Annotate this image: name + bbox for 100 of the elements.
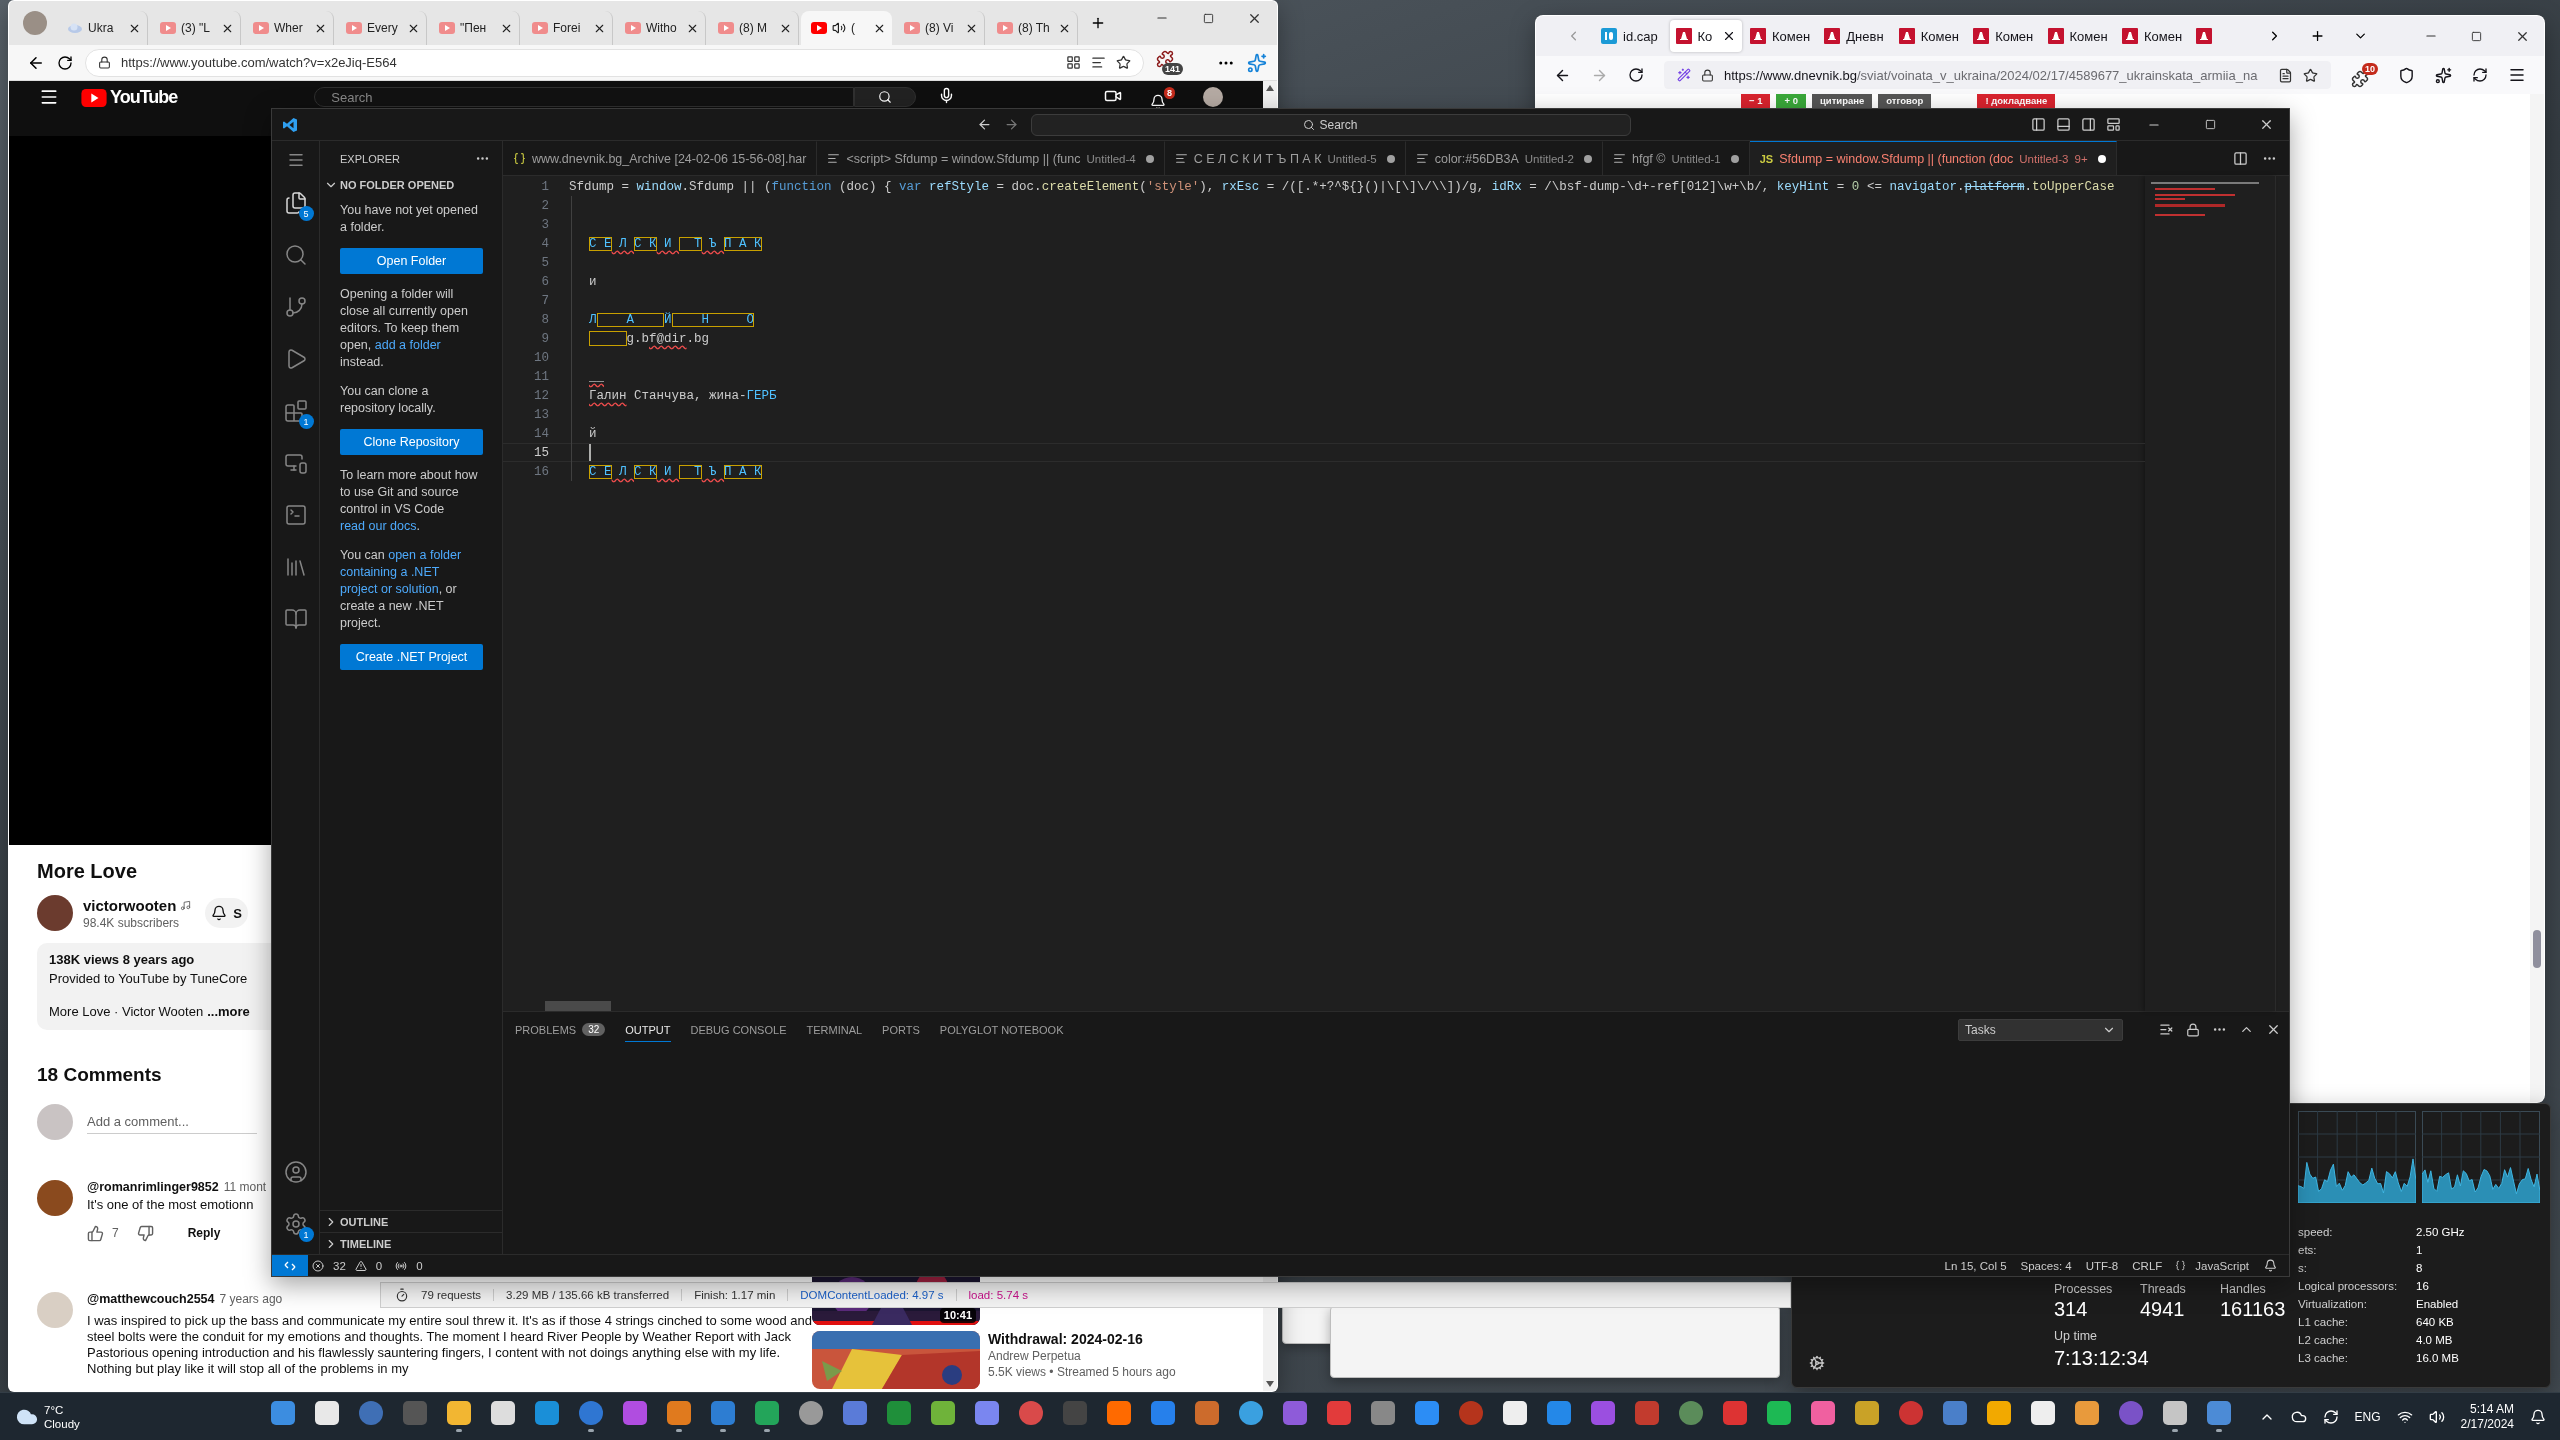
section-header[interactable]: OUTLINE xyxy=(320,1210,502,1232)
sparkle-icon[interactable] xyxy=(2435,66,2452,84)
error-icon[interactable] xyxy=(312,1259,324,1272)
dislike-icon[interactable] xyxy=(136,1224,154,1242)
layout-icon[interactable] xyxy=(2106,117,2121,132)
settings-icon[interactable] xyxy=(1809,1355,1825,1371)
lock-icon[interactable] xyxy=(2186,1022,2200,1037)
comment-field[interactable]: Add a comment... xyxy=(87,1110,257,1134)
maximize-icon[interactable] xyxy=(1202,12,1214,24)
panel-tab[interactable]: OUTPUT xyxy=(625,1017,671,1042)
search-button[interactable] xyxy=(854,87,917,107)
permissions-icon[interactable] xyxy=(1677,68,1691,82)
error-count[interactable]: 32 xyxy=(328,1259,351,1272)
more-link[interactable]: ...more xyxy=(207,1003,250,1020)
sync-icon[interactable] xyxy=(2472,67,2488,83)
text-link[interactable]: containing a .NET xyxy=(340,565,440,579)
forward-icon[interactable] xyxy=(1003,117,1019,132)
video-title[interactable]: Withdrawal: 2024-02-16 xyxy=(988,1331,1176,1347)
primary-button[interactable]: Open Folder xyxy=(340,248,483,274)
input-language[interactable]: ENG xyxy=(2354,1409,2381,1424)
copilot-icon[interactable] xyxy=(1247,52,1267,73)
editor-tab[interactable]: JS Sfdump = window.Sfdump || (function (doc Untitled-3 9+ xyxy=(1749,141,2117,175)
browser-tab[interactable]: Дневн xyxy=(1818,20,1891,52)
site-logo[interactable]: YouTube xyxy=(81,87,178,108)
clear-output-icon[interactable] xyxy=(2159,1022,2174,1037)
comment-action-button[interactable]: цитиране xyxy=(1811,94,1873,108)
warning-icon[interactable] xyxy=(354,1259,367,1272)
back-icon[interactable] xyxy=(976,117,992,132)
sync-icon[interactable] xyxy=(2322,1408,2339,1425)
text-link[interactable]: open a folder xyxy=(388,548,462,562)
command-search-field[interactable]: Search xyxy=(1030,113,1631,136)
comment-action-button[interactable]: − 1 xyxy=(1741,94,1771,108)
text-link[interactable]: add a folder xyxy=(374,338,441,352)
notifications-icon[interactable] xyxy=(2530,1408,2546,1425)
comment-action-button[interactable]: отговор xyxy=(1878,94,1932,108)
panel-tab[interactable]: DEBUG CONSOLE xyxy=(690,1017,787,1042)
extension-button[interactable]: 141 xyxy=(1156,50,1183,75)
warning-count[interactable]: 0 xyxy=(370,1259,388,1272)
search-field[interactable]: Search xyxy=(314,87,855,107)
status-item[interactable]: CRLF xyxy=(2127,1259,2168,1272)
address-field[interactable]: https://www.youtube.com/watch?v=x2eJiq-E564 xyxy=(85,48,1144,77)
reader-view-icon[interactable] xyxy=(2278,67,2293,83)
subscribe-button[interactable]: S xyxy=(205,898,248,928)
favorite-icon[interactable] xyxy=(1116,55,1131,70)
maximize-icon[interactable] xyxy=(2471,30,2483,42)
like-icon[interactable] xyxy=(87,1224,104,1242)
browser-tab[interactable]: Комен xyxy=(2115,20,2189,52)
notifications-icon[interactable] xyxy=(2264,1259,2277,1272)
primary-button[interactable]: Create .NET Project xyxy=(340,644,483,670)
extension-button[interactable]: 10 xyxy=(2351,62,2378,88)
horizontal-scroll-thumb[interactable] xyxy=(545,1001,611,1011)
status-item[interactable]: Spaces: 4 xyxy=(2015,1259,2077,1272)
channel-name[interactable]: Andrew Perpetua xyxy=(988,1349,1176,1363)
browser-tab[interactable]: Комен xyxy=(1743,20,1817,52)
reload-icon[interactable] xyxy=(57,54,73,71)
shield-icon[interactable] xyxy=(2398,66,2415,84)
comment-author[interactable]: @matthewcouch2554 xyxy=(87,1292,215,1306)
read-aloud-icon[interactable] xyxy=(1091,55,1106,70)
toggle-sidebar-icon[interactable] xyxy=(2031,117,2046,132)
browser-tab[interactable]: Комен xyxy=(1967,20,2040,52)
panel-tab[interactable]: PORTS xyxy=(882,1017,920,1042)
ports-count[interactable]: 0 xyxy=(411,1259,428,1272)
close-icon[interactable] xyxy=(2266,1022,2281,1037)
browser-tab[interactable]: ( xyxy=(801,11,892,45)
bookmark-icon[interactable] xyxy=(2303,67,2318,83)
reply-button[interactable]: Reply xyxy=(181,1222,227,1244)
panel-tab[interactable]: POLYGLOT NOTEBOOK xyxy=(939,1017,1064,1042)
channel-name[interactable]: victorwooten xyxy=(83,896,177,914)
menu-icon[interactable] xyxy=(39,87,59,107)
browser-tab[interactable]: id.cap xyxy=(1595,20,1668,52)
status-item[interactable]: Ln 15, Col 5 xyxy=(1939,1259,2012,1272)
clock[interactable]: 5:14 AM 2/17/2024 xyxy=(2460,1401,2514,1432)
volume-icon[interactable] xyxy=(2428,1408,2445,1425)
profile-avatar[interactable] xyxy=(23,11,47,35)
toggle-panel-icon[interactable] xyxy=(2056,117,2071,132)
split-editor-icon[interactable] xyxy=(2233,150,2248,166)
scroll-thumb[interactable] xyxy=(2533,930,2541,968)
browser-tab[interactable]: Ко xyxy=(1669,20,1742,52)
avatar[interactable] xyxy=(1203,87,1223,107)
language-mode[interactable]: JavaScript xyxy=(2190,1259,2254,1272)
avatar[interactable] xyxy=(37,895,73,931)
text-link[interactable]: project or solution xyxy=(340,582,439,596)
panel-tab[interactable]: TERMINAL xyxy=(806,1017,863,1042)
comment-author[interactable]: @romanrimlinger9852 xyxy=(87,1180,219,1194)
comment-action-button[interactable]: ! докладване xyxy=(1977,94,2056,108)
output-channel-select[interactable]: Tasks xyxy=(1958,1018,2123,1041)
primary-button[interactable]: Clone Repository xyxy=(340,429,483,455)
ports-icon[interactable] xyxy=(395,1259,408,1272)
new-tab-icon[interactable] xyxy=(1090,15,1106,31)
scroll-down-icon[interactable] xyxy=(1266,1381,1274,1387)
apps-icon[interactable] xyxy=(1066,55,1081,70)
avatar[interactable] xyxy=(37,1180,73,1216)
reload-icon[interactable] xyxy=(1628,67,1644,83)
scroll-up-icon[interactable] xyxy=(1266,85,1274,91)
browser-tab[interactable]: Комен xyxy=(1892,20,1966,52)
browser-tab[interactable]: Комен xyxy=(2041,20,2114,52)
address-field[interactable]: https://www.dnevnik.bg/sviat/voinata_v_ukraina/2024/02/17/4589677_ukrainskata_armiia_na xyxy=(1664,61,2331,89)
menu-icon[interactable] xyxy=(2508,66,2526,84)
status-item[interactable]: UTF-8 xyxy=(2080,1259,2124,1272)
panel-tab[interactable]: PROBLEMS 32 xyxy=(515,1017,606,1042)
